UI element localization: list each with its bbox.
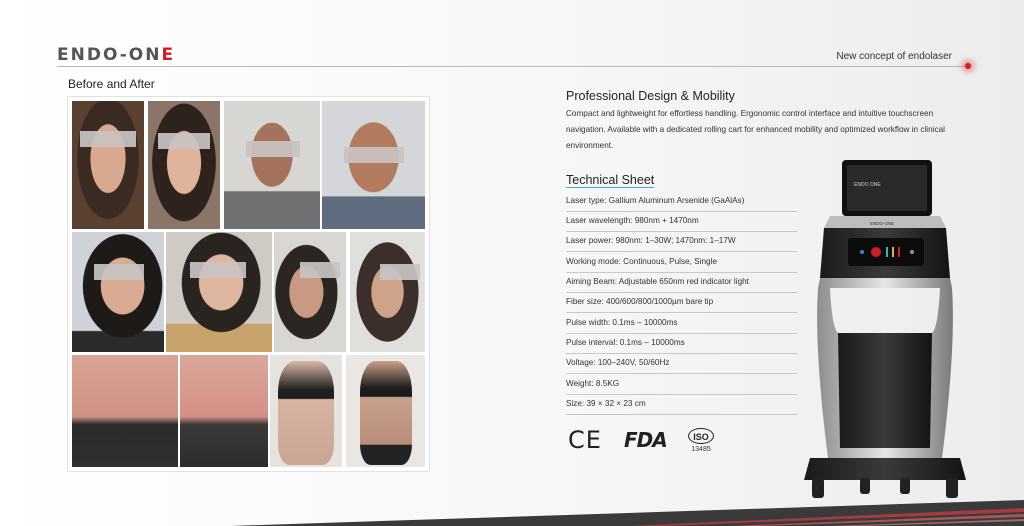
spec-pulse-width: Pulse width: 0.1ms – 10000ms bbox=[566, 313, 797, 334]
spec-weight: Weight: 8.5KG bbox=[566, 374, 797, 395]
endolaser-device-on-cart: ENDO ONE ENDO-ONE bbox=[804, 160, 966, 498]
photo-face-woman-after bbox=[148, 101, 220, 229]
device-brand-label: ENDO-ONE bbox=[870, 221, 894, 226]
red-indicator-dot bbox=[965, 63, 971, 69]
design-description: Compact and lightweight for effortless h… bbox=[566, 109, 945, 150]
spec-pulse-interval: Pulse interval: 0.1ms – 10000ms bbox=[566, 333, 797, 354]
before-after-title: Before and After bbox=[68, 77, 155, 91]
brand-logo: ENDO-ONE bbox=[57, 45, 176, 65]
spec-aiming-beam: Aiming Beam: Adjustable 650nm red indica… bbox=[566, 272, 797, 293]
photo-face-man-after bbox=[322, 101, 425, 229]
photo-profile-woman-before bbox=[274, 232, 346, 352]
spec-working-mode: Working mode: Continuous, Pulse, Single bbox=[566, 252, 797, 273]
photo-side-body-before bbox=[270, 355, 342, 467]
photo-abdomen-after bbox=[180, 355, 268, 467]
technical-sheet-title: Technical Sheet bbox=[566, 173, 655, 187]
design-title: Professional Design & Mobility bbox=[566, 89, 735, 103]
spec-fiber-size: Fiber size: 400/600/800/1000µm bare tip bbox=[566, 292, 797, 313]
iso-logo-icon: ISO 13485 bbox=[688, 428, 714, 453]
iso-badge: ISO bbox=[688, 428, 714, 444]
photo-face-woman-before bbox=[72, 101, 144, 229]
photo-profile-woman-after bbox=[350, 232, 425, 352]
header-divider bbox=[57, 66, 969, 67]
spec-size: Size: 39 × 32 × 23 cm bbox=[566, 394, 797, 415]
device-power-button bbox=[871, 247, 881, 257]
photo-side-body-after bbox=[346, 355, 425, 467]
fda-logo-icon: FDA bbox=[624, 428, 668, 452]
photo-jawline-woman-before bbox=[72, 232, 164, 352]
spec-voltage: Voltage: 100–240V, 50/60Hz bbox=[566, 353, 797, 374]
spec-laser-power: Laser power: 980nm: 1–30W; 1470nm: 1–17W bbox=[566, 231, 797, 252]
tagline: New concept of endolaser bbox=[836, 51, 952, 62]
ce-mark-icon: CE bbox=[568, 426, 602, 454]
spec-laser-type: Laser type: Gallium Aluminum Arsenide (G… bbox=[566, 191, 797, 212]
photo-abdomen-before bbox=[72, 355, 178, 467]
device-screen-label: ENDO ONE bbox=[854, 182, 881, 188]
photo-jawline-woman-after bbox=[166, 232, 272, 352]
photo-face-man-before bbox=[224, 101, 320, 229]
before-after-photo-grid bbox=[67, 96, 430, 472]
technical-sheet-underline bbox=[566, 187, 654, 188]
decorative-bottom-stripes bbox=[230, 500, 1024, 526]
iso-number: 13485 bbox=[691, 446, 711, 453]
spec-laser-wavelength: Laser wavelength: 980nm + 1470nm bbox=[566, 211, 797, 232]
